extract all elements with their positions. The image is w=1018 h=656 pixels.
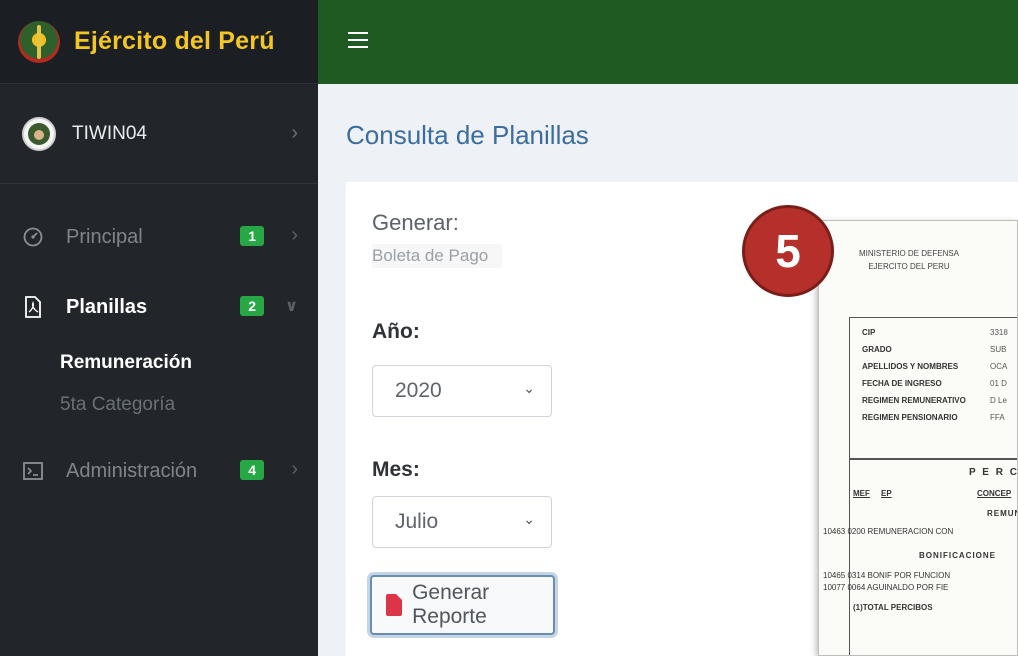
user-name: TIWIN04 bbox=[72, 122, 147, 144]
earnings-line: 10465 0314 BONIF POR FUNCION bbox=[823, 571, 951, 580]
document-header: MINISTERIO DE DEFENSA EJERCITO DEL PERU bbox=[859, 247, 959, 273]
chevron-right-icon: › bbox=[291, 224, 298, 246]
page-title: Consulta de Planillas bbox=[346, 120, 589, 150]
count-badge: 4 bbox=[240, 460, 264, 480]
count-badge: 1 bbox=[240, 226, 264, 246]
section-heading: REMUN bbox=[987, 509, 1018, 518]
section-heading: BONIFICACIONE bbox=[919, 551, 996, 560]
submenu-item-5ta-categoria[interactable]: 5ta Categoría bbox=[60, 384, 318, 426]
sidebar-item-planillas[interactable]: Planillas 2 ∨ bbox=[0, 272, 318, 342]
chevron-down-icon: ∨ bbox=[285, 298, 298, 315]
brand-title: Ejército del Perú bbox=[74, 27, 275, 55]
column-header: MEF bbox=[853, 489, 870, 498]
chevron-right-icon: › bbox=[291, 122, 298, 144]
document-header-line: MINISTERIO DE DEFENSA bbox=[859, 249, 960, 258]
generate-report-button[interactable]: Generar Reporte bbox=[370, 575, 555, 635]
info-row: FECHA DE INGRESO 01 D bbox=[862, 379, 1007, 388]
info-row: REGIMEN PENSIONARIO FFA bbox=[862, 413, 1005, 422]
sidebar-item-label: Planillas bbox=[66, 295, 148, 318]
payslip-preview: MINISTERIO DE DEFENSA EJERCITO DEL PERU … bbox=[818, 220, 1018, 656]
generate-report-label: Generar Reporte bbox=[412, 581, 490, 628]
info-row: REGIMEN REMUNERATIVO D Le bbox=[862, 396, 1007, 405]
column-header: CONCEP bbox=[977, 489, 1012, 498]
planillas-submenu: Remuneración 5ta Categoría bbox=[0, 342, 318, 426]
year-label: Año: bbox=[372, 320, 420, 343]
pdf-icon bbox=[386, 594, 403, 616]
sidebar-item-administracion[interactable]: Administración 4 › bbox=[0, 436, 318, 506]
sidebar-item-label: Administración bbox=[66, 459, 198, 482]
info-row: APELLIDOS Y NOMBRES OCA bbox=[862, 362, 1008, 371]
column-header: EP bbox=[881, 489, 892, 498]
top-navbar bbox=[318, 0, 1018, 84]
info-row: CIP 3318 bbox=[862, 328, 1008, 337]
chevron-down-icon: ⌄ bbox=[523, 380, 535, 396]
menu-toggle-icon[interactable] bbox=[348, 32, 368, 48]
month-select[interactable]: Julio ⌄ bbox=[372, 496, 552, 548]
month-select-value: Julio bbox=[395, 510, 439, 533]
report-type-value: Boleta de Pago bbox=[372, 244, 503, 268]
info-row: GRADO SUB bbox=[862, 345, 1007, 354]
sidebar-nav: Principal 1 › Planillas 2 ∨ Remuneración… bbox=[0, 184, 318, 506]
year-select[interactable]: 2020 ⌄ bbox=[372, 365, 552, 417]
pdf-file-icon bbox=[22, 296, 44, 318]
document-header-line: EJERCITO DEL PERU bbox=[868, 262, 950, 271]
generate-label: Generar: bbox=[372, 210, 459, 235]
earnings-section-title: P E R C bbox=[969, 467, 1018, 478]
dashboard-gauge-icon bbox=[22, 226, 44, 248]
sidebar-item-principal[interactable]: Principal 1 › bbox=[0, 202, 318, 272]
count-badge: 2 bbox=[240, 296, 264, 316]
month-label: Mes: bbox=[372, 458, 420, 481]
total-line: (1)TOTAL PERCIBOS bbox=[853, 603, 933, 612]
submenu-item-remuneracion[interactable]: Remuneración bbox=[60, 342, 318, 384]
sidebar-item-label: Principal bbox=[66, 225, 143, 248]
earnings-line: 10463 0200 REMUNERACION CON bbox=[823, 527, 954, 536]
chevron-right-icon: › bbox=[291, 458, 298, 480]
chevron-down-icon: ⌄ bbox=[523, 511, 535, 527]
brand[interactable]: Ejército del Perú bbox=[0, 0, 318, 84]
avatar bbox=[22, 116, 56, 151]
terminal-icon bbox=[22, 460, 44, 482]
sidebar: Ejército del Perú TIWIN04 › Principal 1 … bbox=[0, 0, 318, 656]
year-select-value: 2020 bbox=[395, 379, 442, 402]
army-logo-icon bbox=[18, 20, 60, 63]
earnings-line: 10077 0064 AGUINALDO POR FIE bbox=[823, 583, 949, 592]
user-panel[interactable]: TIWIN04 › bbox=[0, 84, 318, 184]
step-number-badge: 5 bbox=[742, 205, 834, 297]
employee-info-box: CIP 3318 GRADO SUB APELLIDOS Y NOMBRES OCA … bbox=[849, 317, 1017, 459]
